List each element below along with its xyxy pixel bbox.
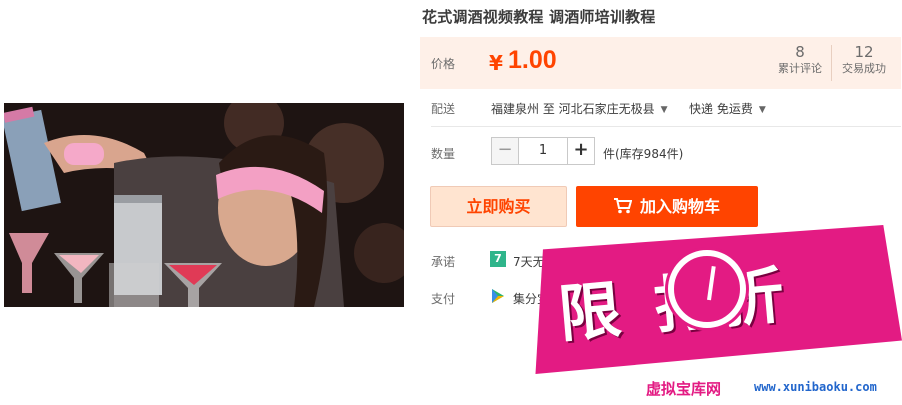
add-to-cart-button[interactable]: 加入购物车 — [576, 186, 758, 227]
chevron-down-icon: ▼ — [758, 105, 766, 115]
product-gallery — [0, 0, 405, 405]
decrease-button[interactable]: − — [491, 137, 519, 165]
shipping-route[interactable]: 福建泉州 至 河北石家庄无极县 ▼ — [491, 100, 668, 117]
stat-divider — [831, 45, 832, 81]
clock-icon — [668, 250, 746, 328]
reviews-count: 8 — [795, 43, 805, 61]
payment-label: 支付 — [431, 292, 456, 306]
divider — [431, 126, 901, 127]
payment-icon — [492, 289, 504, 303]
shipping-method[interactable]: 快递 免运费 ▼ — [689, 100, 766, 117]
chevron-down-icon: ▼ — [660, 105, 668, 115]
watermark-overlay: 限 打折 虚拟宝库网 www.xunibaoku.com — [528, 222, 902, 405]
stock-text: 件(库存984件) — [603, 147, 684, 161]
price-panel: 价格 ¥ 1.00 8 累计评论 12 交易成功 — [420, 37, 901, 89]
bartender-image — [4, 103, 404, 307]
currency-symbol: ¥ — [489, 51, 503, 75]
watermark-site-cn: 虚拟宝库网 — [646, 380, 722, 398]
clock-hand — [707, 266, 716, 301]
shipping-label: 配送 — [431, 102, 456, 116]
buy-now-button[interactable]: 立即购买 — [430, 186, 567, 227]
product-photo[interactable] — [4, 103, 404, 307]
trades-stat: 12 交易成功 — [834, 43, 894, 77]
price-label: 价格 — [431, 57, 456, 71]
reviews-label: 累计评论 — [778, 62, 822, 75]
quantity-label: 数量 — [431, 147, 456, 161]
trades-count: 12 — [854, 43, 874, 61]
trades-label: 交易成功 — [842, 62, 886, 75]
cart-icon — [613, 198, 632, 214]
quantity-input[interactable]: 1 — [519, 137, 567, 165]
add-to-cart-label: 加入购物车 — [639, 197, 720, 216]
product-title: 花式调酒视频教程 调酒师培训教程 — [422, 8, 656, 26]
reviews-stat[interactable]: 8 累计评论 — [770, 43, 830, 77]
promise-label: 承诺 — [431, 255, 456, 269]
shipping-route-text: 福建泉州 至 河北石家庄无极县 — [491, 102, 655, 116]
shipping-method-text: 快递 免运费 — [689, 102, 753, 116]
seven-day-icon: 7 — [490, 251, 506, 267]
increase-button[interactable]: + — [567, 137, 595, 165]
price-amount: 1.00 — [508, 46, 557, 74]
watermark-site-en: www.xunibaoku.com — [754, 380, 877, 394]
quantity-stepper: − 1 + — [491, 137, 595, 165]
